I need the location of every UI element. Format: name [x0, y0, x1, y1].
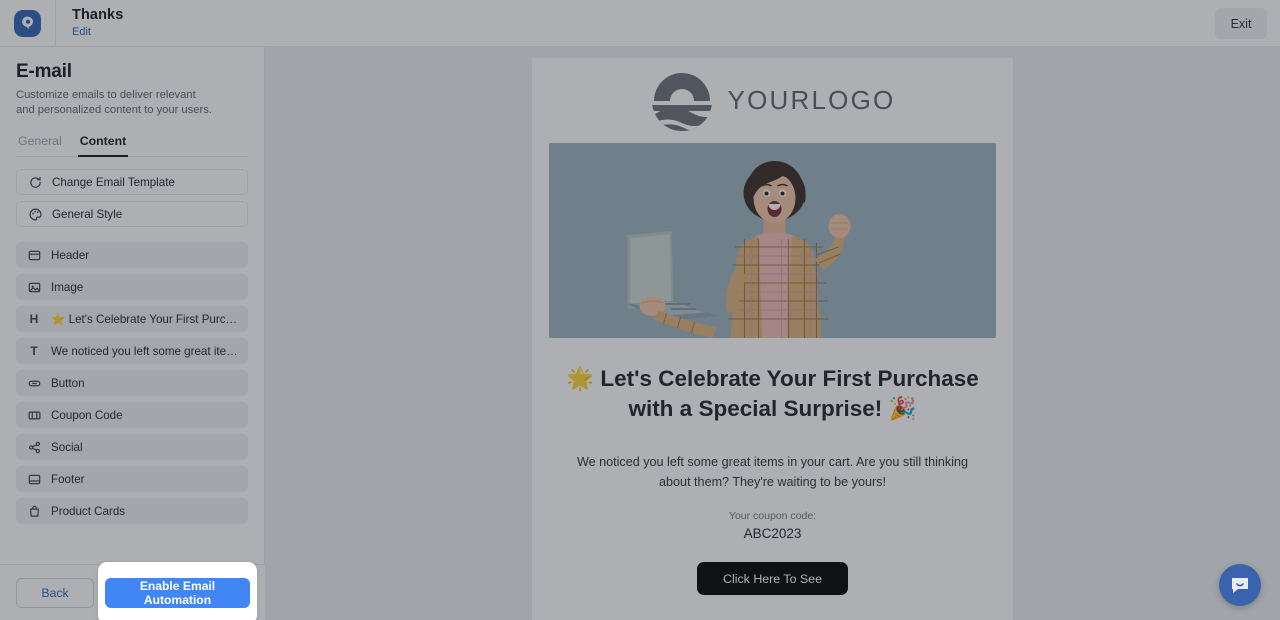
bag-icon: [26, 505, 42, 518]
coupon-code-value: ABC2023: [743, 526, 802, 541]
sidebar-block-item[interactable]: Change Email Template: [16, 169, 248, 195]
top-bar: Thanks Edit Exit: [0, 0, 1280, 47]
page-title: Thanks: [72, 7, 124, 23]
email-canvas: YOURLOGO 🌟 Let's Celebrate Your First Pu…: [265, 47, 1280, 620]
sidebar-block-item[interactable]: Image: [16, 274, 248, 300]
sidebar-block-label: Header: [51, 248, 90, 262]
email-hero-image: [549, 143, 996, 338]
app-root: Thanks Edit Exit E-mail Customize emails…: [0, 0, 1280, 620]
sidebar-block-item[interactable]: H ⭐ Let's Celebrate Your First Purchasewi…: [16, 306, 248, 332]
sidebar-block-item[interactable]: Social: [16, 434, 248, 460]
sidebar-block-item[interactable]: Button: [16, 370, 248, 396]
tab-general[interactable]: General: [16, 134, 64, 157]
chat-bubble-icon[interactable]: [1219, 564, 1261, 606]
edit-link[interactable]: Edit: [72, 25, 123, 39]
refresh-icon: [27, 176, 43, 189]
email-body-text: We noticed you left some great items in …: [576, 455, 969, 489]
share-icon: [26, 441, 42, 454]
email-preview-card: YOURLOGO 🌟 Let's Celebrate Your First Pu…: [532, 58, 1013, 620]
email-logo-row: YOURLOGO: [532, 58, 1013, 143]
sidebar-list-divider: [16, 233, 248, 242]
sidebar-block-item[interactable]: Coupon Code: [16, 402, 248, 428]
sidebar-tabs: General Content: [16, 133, 248, 157]
sidebar-block-label: Coupon Code: [51, 408, 123, 422]
email-cta-row: Click Here To See: [532, 562, 1013, 595]
coupon-label: Your coupon code:: [728, 510, 817, 522]
sidebar-block-label: Button: [51, 376, 85, 390]
app-logo-icon[interactable]: [14, 9, 41, 37]
enable-email-automation-button[interactable]: Enable Email Automation: [105, 578, 250, 608]
tab-content[interactable]: Content: [77, 134, 129, 157]
sidebar-block-item[interactable]: General Style: [16, 201, 248, 227]
image-icon: [26, 281, 42, 294]
sidebar-block-item[interactable]: Header: [16, 242, 248, 268]
exit-button[interactable]: Exit: [1215, 8, 1267, 39]
sidebar-title: E-mail: [16, 61, 72, 82]
back-button[interactable]: Back: [16, 577, 94, 608]
sidebar-block-label: Image: [51, 280, 84, 294]
sidebar-block-label: Product Cards: [51, 504, 126, 518]
sidebar-block-label: Social: [51, 440, 83, 454]
brand-cell: [0, 0, 56, 47]
ticket-icon: [26, 409, 42, 422]
sidebar-block-item[interactable]: T We noticed you left some great items in…: [16, 338, 248, 364]
sidebar-block-label: Footer: [51, 472, 85, 486]
sidebar-block-label: Change Email Template: [52, 175, 175, 189]
email-logo-text: YOURLOGO: [727, 85, 896, 115]
sun-wave-logo-icon: [650, 69, 714, 133]
sidebar-block-label: General Style: [52, 207, 123, 221]
footer-block-icon: [26, 473, 42, 486]
email-heading: 🌟 Let's Celebrate Your First Purchase wi…: [566, 366, 979, 421]
enable-automation-spotlight: Enable Email Automation: [98, 562, 257, 620]
header-block-icon: [26, 249, 42, 262]
button-icon: [26, 377, 42, 390]
heading-icon: H: [29, 312, 39, 326]
email-cta-button[interactable]: Click Here To See: [697, 562, 848, 595]
sidebar-header: E-mail Customize emails to deliver relev…: [0, 47, 264, 118]
sidebar-block-item[interactable]: Product Cards: [16, 498, 248, 524]
text-icon: T: [30, 344, 38, 358]
sidebar: E-mail Customize emails to deliver relev…: [0, 47, 265, 620]
sidebar-subtitle: Customize emails to deliver relevant and…: [16, 89, 212, 116]
sidebar-block-label: We noticed you left some great items in …: [51, 344, 238, 358]
sidebar-block-item[interactable]: Footer: [16, 466, 248, 492]
palette-icon: [27, 208, 43, 221]
top-bar-titles: Thanks Edit: [72, 7, 123, 39]
sidebar-block-label: ⭐ Let's Celebrate Your First Purchasewit…: [51, 313, 238, 326]
sidebar-block-list: Change Email Template General Style Header…: [0, 169, 264, 524]
